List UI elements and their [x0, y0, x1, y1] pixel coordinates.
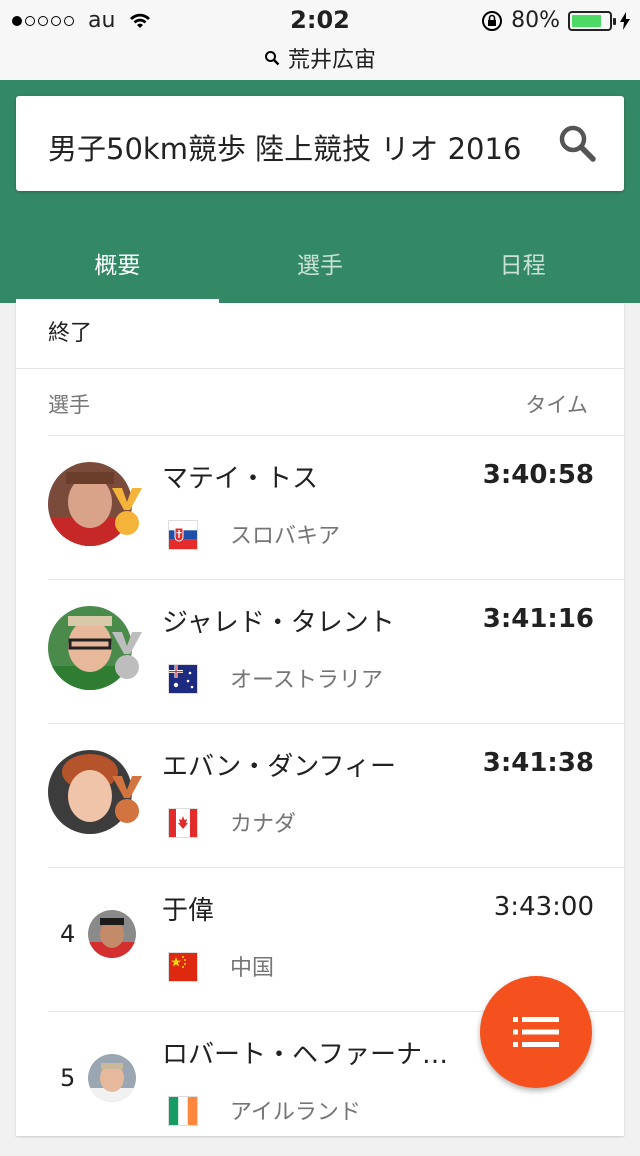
tab-overview[interactable]: 概要	[16, 220, 219, 303]
result-time: 3:40:58	[482, 460, 594, 490]
rotation-lock-icon	[482, 10, 503, 31]
athlete-name: 于偉	[162, 896, 215, 926]
search-query[interactable]: 男子50km競歩 陸上競技 リオ 2016	[48, 126, 521, 168]
athlete-country: スロバキア	[230, 524, 341, 549]
list-icon	[513, 1017, 559, 1047]
athlete-country: アイルランド	[230, 1100, 361, 1125]
result-time: 3:43:00	[493, 892, 594, 922]
search-icon[interactable]	[558, 124, 596, 162]
results-header: 男子50km競歩 陸上競技 リオ 2016 概要 選手 日程	[0, 80, 640, 303]
tab-bar: 概要 選手 日程	[16, 220, 624, 303]
table-row[interactable]: エバン・ダンフィー 3:41:38 カナダ	[48, 723, 624, 868]
tab-schedule[interactable]: 日程	[421, 220, 624, 303]
china-flag-icon	[168, 952, 198, 982]
battery-icon	[568, 10, 616, 31]
canada-flag-icon	[168, 808, 198, 838]
athlete-name: マテイ・トス	[162, 464, 319, 494]
table-row[interactable]: マテイ・トス 3:40:58 スロバキア	[48, 435, 624, 580]
rank-number: 4	[60, 920, 76, 948]
athlete-country: オーストラリア	[230, 668, 383, 693]
address-text: 荒井広宙	[287, 48, 376, 73]
column-header-time: タイム	[525, 393, 588, 417]
status-bar: au 2:02 80% 荒井広宙	[0, 0, 640, 81]
athlete-name: エバン・ダンフィー	[162, 752, 397, 782]
search-icon	[264, 51, 280, 66]
slovakia-flag-icon	[168, 520, 198, 550]
athlete-avatar	[88, 910, 136, 958]
list-view-button[interactable]	[480, 976, 592, 1088]
divider	[16, 368, 624, 369]
gold-medal-icon	[112, 488, 142, 535]
event-status: 終了	[48, 321, 93, 346]
athlete-name: ジャレド・タレント	[162, 608, 395, 638]
tab-athletes[interactable]: 選手	[219, 220, 422, 303]
charging-icon	[620, 11, 630, 30]
result-time: 3:41:38	[482, 748, 594, 778]
table-row[interactable]: ジャレド・タレント 3:41:16 オーストラリア	[48, 579, 624, 724]
athlete-country: 中国	[230, 956, 275, 981]
athlete-country: カナダ	[230, 812, 297, 837]
address-bar[interactable]: 荒井広宙	[0, 42, 640, 74]
bronze-medal-icon	[112, 776, 142, 823]
result-time: 3:41:16	[482, 604, 594, 634]
australia-flag-icon	[168, 664, 198, 694]
search-box[interactable]: 男子50km競歩 陸上競技 リオ 2016	[16, 96, 624, 191]
battery-percent: 80%	[511, 8, 560, 33]
silver-medal-icon	[112, 632, 142, 679]
ireland-flag-icon	[168, 1096, 198, 1126]
rank-number: 5	[60, 1064, 76, 1092]
column-header-athlete: 選手	[48, 393, 90, 417]
athlete-name: ロバート・ヘファーナ…	[162, 1040, 449, 1070]
athlete-avatar	[88, 1054, 136, 1102]
